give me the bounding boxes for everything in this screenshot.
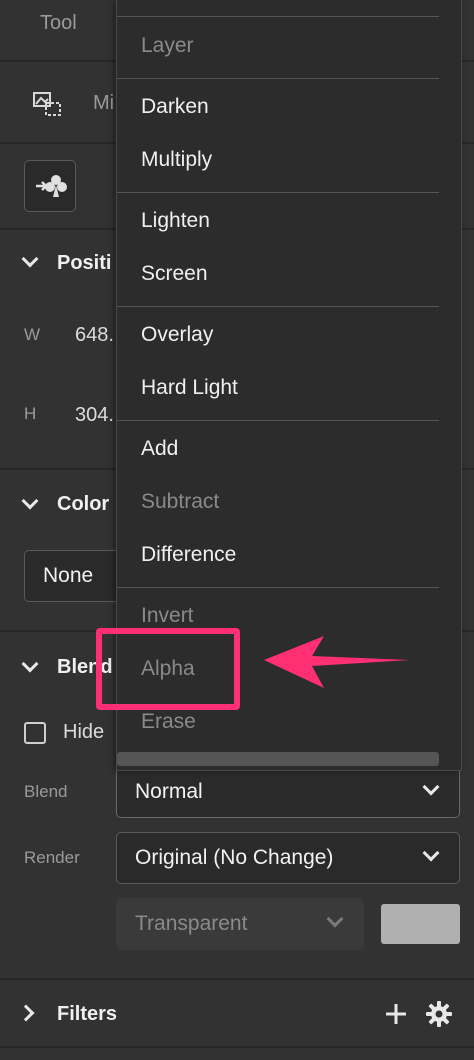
hide-label: Hide bbox=[63, 721, 105, 743]
symbol-button[interactable] bbox=[24, 160, 76, 212]
hide-checkbox[interactable] bbox=[24, 722, 46, 744]
club-arrow-icon bbox=[35, 173, 67, 204]
chevron-down-icon[interactable] bbox=[21, 250, 39, 268]
menu-item-hard-light[interactable]: Hard Light bbox=[141, 376, 238, 400]
background-color-swatch[interactable] bbox=[381, 904, 460, 944]
menu-item-darken[interactable]: Darken bbox=[141, 95, 209, 119]
gear-icon[interactable] bbox=[426, 1001, 452, 1032]
height-value[interactable]: 304. bbox=[75, 404, 114, 427]
menu-item-screen[interactable]: Screen bbox=[141, 262, 208, 286]
height-label: H bbox=[24, 404, 37, 423]
chevron-right-icon[interactable] bbox=[17, 1004, 35, 1022]
menu-separator bbox=[117, 78, 439, 79]
divider bbox=[0, 978, 474, 980]
menu-item-multiply[interactable]: Multiply bbox=[141, 148, 212, 172]
chevron-down-icon[interactable] bbox=[21, 492, 39, 510]
menu-separator bbox=[117, 420, 439, 421]
alpha-highlight-box bbox=[96, 628, 240, 710]
menu-item-lighten[interactable]: Lighten bbox=[141, 209, 210, 233]
chevron-down-icon bbox=[422, 844, 440, 862]
width-value[interactable]: 648. bbox=[75, 324, 114, 347]
menu-separator bbox=[117, 192, 439, 193]
color-section-title[interactable]: Color bbox=[57, 493, 109, 516]
color-select-value: None bbox=[43, 564, 94, 587]
menu-item-subtract: Subtract bbox=[141, 490, 220, 513]
chevron-down-icon bbox=[422, 778, 440, 796]
menu-item-layer: Layer bbox=[141, 34, 194, 57]
menu-item-erase: Erase bbox=[141, 710, 196, 733]
menu-item-overlay[interactable]: Overlay bbox=[141, 323, 213, 347]
divider bbox=[0, 1046, 474, 1048]
menu-scrollbar[interactable] bbox=[117, 752, 439, 766]
render-label: Render bbox=[24, 848, 80, 867]
menu-separator bbox=[117, 306, 439, 307]
add-filter-icon[interactable] bbox=[384, 1002, 408, 1031]
blend-select[interactable]: Normal bbox=[116, 766, 460, 818]
chevron-down-icon[interactable] bbox=[21, 655, 39, 673]
blend-label: Blend bbox=[24, 782, 68, 801]
annotation-arrow-icon bbox=[262, 632, 414, 697]
render-select-value: Original (No Change) bbox=[135, 846, 334, 869]
mirror-label[interactable]: Mi bbox=[93, 92, 114, 115]
transparent-select[interactable]: Transparent bbox=[116, 898, 364, 950]
menu-item-invert: Invert bbox=[141, 604, 194, 627]
menu-separator bbox=[117, 16, 439, 17]
blend-select-value: Normal bbox=[135, 780, 203, 803]
chevron-down-icon bbox=[326, 910, 344, 928]
transparent-select-value: Transparent bbox=[135, 912, 248, 935]
position-section-title[interactable]: Positi bbox=[57, 252, 111, 275]
tool-tab[interactable]: Tool bbox=[40, 12, 77, 35]
render-select[interactable]: Original (No Change) bbox=[116, 832, 460, 884]
menu-separator bbox=[117, 587, 439, 588]
menu-item-add[interactable]: Add bbox=[141, 437, 178, 461]
filters-section-title[interactable]: Filters bbox=[57, 1003, 117, 1026]
width-label: W bbox=[24, 325, 41, 344]
mirror-icon[interactable] bbox=[32, 90, 64, 118]
menu-item-difference[interactable]: Difference bbox=[141, 543, 236, 567]
